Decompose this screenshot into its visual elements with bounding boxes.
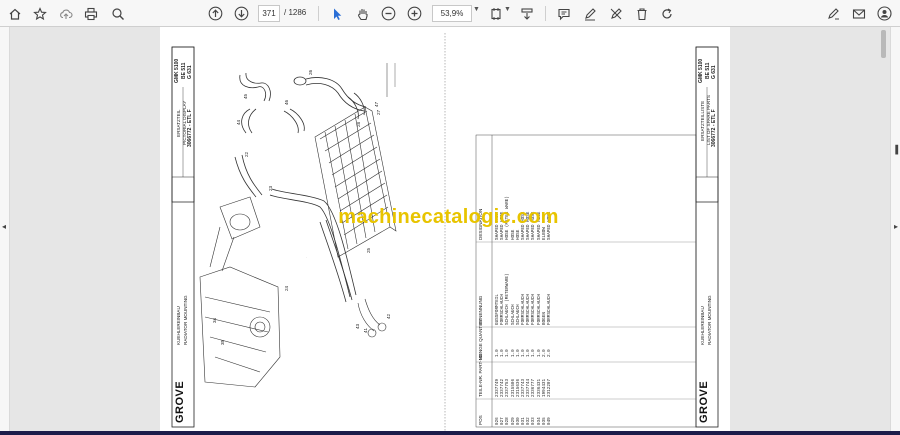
row-pos: 033 (531, 417, 537, 425)
expand-left-panel-icon[interactable]: ◂ (2, 222, 6, 231)
model-right: GMK 5100 (698, 58, 704, 83)
row-benennung: SCHLAUCH (METERWARE) (505, 273, 511, 325)
taskbar-strip (0, 431, 900, 435)
brand-logo-left: GROVE (174, 380, 186, 423)
pdf-toolbar: 371 / 1286 53,9% ▼ ▼ (0, 0, 900, 27)
row-quantity: 2.0 (547, 349, 552, 357)
callout-label: 34 (212, 317, 217, 323)
column-header-pos: POS (478, 415, 483, 425)
row-pos: 028 (505, 417, 511, 425)
scroll-marker-icon: ▐ (892, 145, 898, 154)
row-quantity: 1.0 (531, 349, 537, 357)
center-mark-left: · (306, 255, 307, 259)
row-part-no: 2336777 (531, 378, 537, 397)
expand-right-panel-icon[interactable]: ▸ (894, 222, 898, 231)
zoom-dropdown-icon[interactable]: ▼ (473, 6, 480, 13)
doc-number-right: 3066772 - ETL F (711, 109, 717, 147)
callout-label: 35 (220, 339, 225, 345)
page-code-left: G 631 (187, 65, 193, 79)
select-cursor-icon[interactable] (326, 3, 348, 24)
callout-label: 24 (284, 285, 289, 291)
doc-number-left: 3066772 - ETL F (187, 109, 193, 147)
row-benennung: FORMSCHLAUCH (547, 294, 552, 325)
fill-sign-icon[interactable] (822, 3, 844, 24)
callout-label: 26 (308, 69, 313, 75)
callout-label: 46 (284, 99, 289, 105)
upload-cloud-icon[interactable] (55, 3, 77, 24)
scroll-mode-icon[interactable] (516, 3, 538, 24)
search-icon[interactable] (107, 3, 129, 24)
row-quantity: 1.0 (505, 349, 511, 357)
page-art (171, 33, 719, 431)
page-code-right: G 631 (711, 65, 717, 79)
account-icon[interactable] (873, 3, 895, 24)
hand-tool-icon[interactable] (352, 3, 374, 24)
rotate-icon[interactable] (656, 3, 678, 24)
home-icon[interactable] (4, 3, 26, 24)
brand-logo-right: GROVE (698, 380, 710, 423)
callout-label: 22 (244, 151, 249, 157)
left-collapse-bar[interactable] (0, 27, 10, 435)
page-fit-dropdown-icon[interactable]: ▼ (504, 6, 511, 13)
callout-label: 25 (366, 247, 371, 253)
callout-label: 27 (376, 109, 381, 115)
callout-label: 43 (355, 323, 360, 329)
row-designation: HOSE (510, 229, 516, 240)
callout-label: 45 (243, 93, 248, 99)
vertical-scrollbar[interactable] (881, 30, 886, 430)
column-header-part-no: TEILE-NR. PART-NO (478, 353, 483, 397)
zoom-out-icon[interactable] (377, 3, 399, 24)
email-icon[interactable] (848, 3, 870, 24)
comment-icon[interactable] (553, 3, 575, 24)
zoom-level-input[interactable]: 53,9% (432, 5, 472, 22)
sheet-subtitle-de-right: ERSATZTEILLISTE (700, 100, 705, 141)
row-benennung: FORMSCHLAUCH (536, 294, 542, 325)
watermark-text: machinecatalogic.com (338, 206, 559, 228)
row-part-no: 2337753 (505, 378, 511, 397)
callout-label: 28 (356, 121, 361, 127)
draw-erase-icon[interactable] (605, 3, 627, 24)
print-icon[interactable] (80, 3, 102, 24)
sheet-subtitle-de-left: ERSATZTEIL (176, 109, 181, 137)
row-quantity: 1.0 (510, 349, 516, 357)
row-benennung: FORMSCHLAUCH (531, 294, 537, 325)
callout-label: 47 (374, 101, 379, 107)
page-number-input[interactable]: 371 (258, 5, 280, 22)
sheet-title-de-right: KUEHLEREINBAU (700, 306, 705, 345)
row-benennung: SCHLAUCH (510, 304, 516, 325)
row-pos: 049 (547, 417, 552, 425)
pdf-page: GROVE KUEHLEREINBAU RADIATOR MOUNTING ER… (160, 27, 730, 435)
right-collapse-bar[interactable] (890, 27, 900, 435)
toolbar-divider (545, 6, 546, 21)
sheet-title-en-left: RADIATOR MOUNTING (183, 295, 188, 345)
sheet-title-de-left: KUEHLEREINBAU (176, 306, 181, 345)
previous-page-icon[interactable] (204, 3, 226, 24)
callout-label: 23 (268, 185, 273, 191)
column-header-benennung: BENENNUNG (478, 295, 483, 325)
row-quantity: 1.0 (536, 349, 542, 357)
highlight-pen-icon[interactable] (579, 3, 601, 24)
row-part-no: 2312207 (547, 378, 552, 397)
star-icon[interactable] (29, 3, 51, 24)
row-pos: 034 (536, 417, 542, 425)
row-part-no: 2336431 (536, 378, 542, 397)
zoom-in-icon[interactable] (403, 3, 425, 24)
sheet-title-en-right: RADIATOR MOUNTING (707, 295, 712, 345)
delete-trash-icon[interactable] (631, 3, 653, 24)
scrollbar-thumb[interactable] (881, 30, 886, 58)
row-pos: 029 (510, 417, 516, 425)
toolbar-divider (318, 6, 319, 21)
callout-label: 44 (236, 119, 241, 125)
row-part-no: 2315506 (510, 378, 516, 397)
model-left: GMK 5100 (174, 58, 180, 83)
callout-label: 42 (386, 313, 391, 319)
callout-label: 41 (363, 327, 368, 333)
page-total-label: / 1286 (284, 8, 307, 17)
next-page-icon[interactable] (230, 3, 252, 24)
